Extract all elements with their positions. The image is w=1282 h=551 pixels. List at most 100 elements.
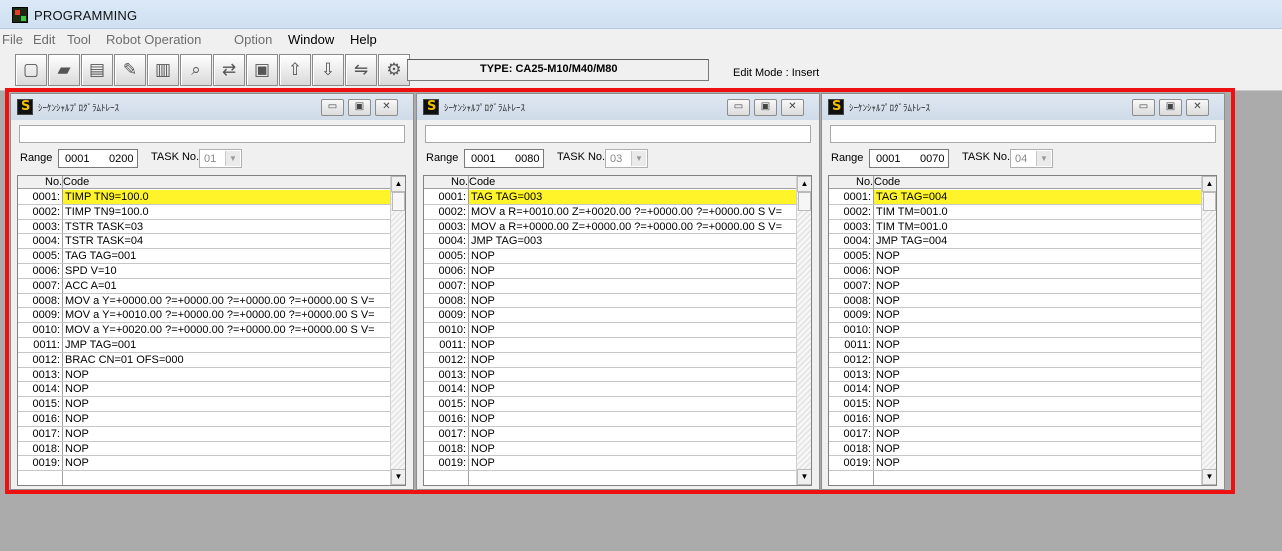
program-code-grid[interactable]: No. Code 0001: TAG TAG=003 0002: MOV a R=+001… bbox=[423, 175, 812, 486]
menu-tool[interactable]: Tool bbox=[67, 32, 91, 47]
table-row[interactable]: 0017: NOP bbox=[829, 427, 1201, 442]
scroll-down-arrow-icon[interactable]: ▼ bbox=[797, 469, 811, 485]
scroll-track[interactable] bbox=[1202, 192, 1216, 469]
menu-robot-operation[interactable]: Robot Operation bbox=[106, 32, 201, 47]
column-header-code[interactable]: Code bbox=[874, 176, 900, 188]
table-row[interactable]: 0002: MOV a R=+0010.00 Z=+0020.00 ?=+0000… bbox=[424, 205, 796, 220]
edit-tool-button[interactable]: ✎ bbox=[114, 54, 146, 86]
table-row[interactable]: 0016: NOP bbox=[424, 412, 796, 427]
table-row[interactable]: 0018: NOP bbox=[829, 442, 1201, 457]
maximize-button[interactable]: ▣ bbox=[348, 99, 371, 116]
table-row[interactable]: 0019: NOP bbox=[424, 456, 796, 472]
table-row[interactable]: 0002: TIMP TN9=100.0 bbox=[18, 205, 390, 220]
close-button[interactable]: ✕ bbox=[781, 99, 804, 116]
table-row[interactable]: 0016: NOP bbox=[18, 412, 390, 427]
table-row[interactable]: 0012: BRAC CN=01 OFS=000 bbox=[18, 353, 390, 368]
table-row[interactable]: 0008: NOP bbox=[424, 294, 796, 309]
close-button[interactable]: ✕ bbox=[1186, 99, 1209, 116]
maximize-button[interactable]: ▣ bbox=[754, 99, 777, 116]
table-row[interactable]: 0019: NOP bbox=[18, 456, 390, 472]
table-row[interactable]: 0016: NOP bbox=[829, 412, 1201, 427]
table-row[interactable]: 0018: NOP bbox=[424, 442, 796, 457]
minimize-button[interactable]: ▭ bbox=[1132, 99, 1155, 116]
vertical-scrollbar[interactable]: ▲ ▼ bbox=[1201, 176, 1216, 485]
scroll-up-arrow-icon[interactable]: ▲ bbox=[391, 176, 405, 192]
menu-edit[interactable]: Edit bbox=[33, 32, 55, 47]
selected-table-row[interactable]: 0001: TIMP TN9=100.0 bbox=[18, 190, 390, 205]
upload-button[interactable]: ⇧ bbox=[279, 54, 311, 86]
panel-app-icon[interactable] bbox=[17, 99, 33, 115]
table-row[interactable]: 0004: JMP TAG=004 bbox=[829, 234, 1201, 250]
table-row[interactable]: 0006: NOP bbox=[424, 264, 796, 279]
program-trace-panel-task-03[interactable]: ｼｰｹﾝｼｬﾙﾌﾟﾛｸﾞﾗﾑﾄﾚｰｽ ▭ ▣ ✕ Range 0001 0080 TASK N… bbox=[416, 93, 820, 490]
table-row[interactable]: 0010: NOP bbox=[424, 323, 796, 338]
program-code-grid[interactable]: No. Code 0001: TIMP TN9=100.0 0002: TIMP TN9=… bbox=[17, 175, 406, 486]
table-row[interactable]: 0003: TSTR TASK=03 bbox=[18, 220, 390, 235]
table-row[interactable]: 0014: NOP bbox=[829, 382, 1201, 398]
search-button[interactable]: ⌕ bbox=[180, 54, 212, 86]
menu-option[interactable]: Option bbox=[234, 32, 272, 47]
panel-title-bar[interactable]: ｼｰｹﾝｼｬﾙﾌﾟﾛｸﾞﾗﾑﾄﾚｰｽ ▭ ▣ ✕ bbox=[11, 94, 413, 120]
table-row[interactable]: 0013: NOP bbox=[18, 368, 390, 383]
table-row[interactable]: 0009: NOP bbox=[829, 308, 1201, 324]
table-row[interactable]: 0009: NOP bbox=[424, 308, 796, 324]
table-row[interactable]: 0008: MOV a Y=+0000.00 ?=+0000.00 ?=+0000… bbox=[18, 294, 390, 309]
save-button[interactable]: ▤ bbox=[81, 54, 113, 86]
table-row[interactable]: 0013: NOP bbox=[829, 368, 1201, 383]
program-trace-panel-task-04[interactable]: ｼｰｹﾝｼｬﾙﾌﾟﾛｸﾞﾗﾑﾄﾚｰｽ ▭ ▣ ✕ Range 0001 0070 TASK N… bbox=[821, 93, 1225, 490]
table-row[interactable]: 0007: NOP bbox=[424, 279, 796, 294]
table-row[interactable]: 0018: NOP bbox=[18, 442, 390, 457]
table-row[interactable]: 0004: JMP TAG=003 bbox=[424, 234, 796, 250]
menu-window[interactable]: Window bbox=[288, 32, 334, 47]
panel-app-icon[interactable] bbox=[828, 99, 844, 115]
scroll-track[interactable] bbox=[797, 192, 811, 469]
table-row[interactable]: 0010: MOV a Y=+0020.00 ?=+0000.00 ?=+0000… bbox=[18, 323, 390, 338]
table-row[interactable]: 0012: NOP bbox=[424, 353, 796, 368]
selected-table-row[interactable]: 0001: TAG TAG=004 bbox=[829, 190, 1201, 205]
new-file-button[interactable]: ▢ bbox=[15, 54, 47, 86]
table-row[interactable]: 0007: ACC A=01 bbox=[18, 279, 390, 294]
close-button[interactable]: ✕ bbox=[375, 99, 398, 116]
scroll-thumb[interactable] bbox=[392, 192, 405, 211]
task-no-select[interactable]: 03 ▼ bbox=[605, 149, 648, 168]
column-header-code[interactable]: Code bbox=[469, 176, 495, 188]
table-row[interactable]: 0006: NOP bbox=[829, 264, 1201, 279]
table-row[interactable]: 0017: NOP bbox=[18, 427, 390, 442]
table-row[interactable]: 0005: NOP bbox=[424, 249, 796, 264]
table-row[interactable]: 0015: NOP bbox=[829, 397, 1201, 412]
program-code-grid[interactable]: No. Code 0001: TAG TAG=004 0002: TIM TM=001.0… bbox=[828, 175, 1217, 486]
scroll-down-arrow-icon[interactable]: ▼ bbox=[391, 469, 405, 485]
column-header-no[interactable]: No. bbox=[451, 176, 468, 188]
scroll-up-arrow-icon[interactable]: ▲ bbox=[797, 176, 811, 192]
maximize-button[interactable]: ▣ bbox=[1159, 99, 1182, 116]
scroll-down-arrow-icon[interactable]: ▼ bbox=[1202, 469, 1216, 485]
task-no-select[interactable]: 01 ▼ bbox=[199, 149, 242, 168]
table-row[interactable]: 0011: NOP bbox=[424, 338, 796, 353]
document-button[interactable]: ▥ bbox=[147, 54, 179, 86]
table-row[interactable]: 0002: TIM TM=001.0 bbox=[829, 205, 1201, 220]
compare-button[interactable]: ⇋ bbox=[345, 54, 377, 86]
vertical-scrollbar[interactable]: ▲ ▼ bbox=[796, 176, 811, 485]
table-row[interactable]: 0013: NOP bbox=[424, 368, 796, 383]
panel-app-icon[interactable] bbox=[423, 99, 439, 115]
transfer-button[interactable]: ⇄ bbox=[213, 54, 245, 86]
table-row[interactable]: 0006: SPD V=10 bbox=[18, 264, 390, 279]
table-row[interactable]: 0014: NOP bbox=[424, 382, 796, 398]
table-row[interactable]: 0019: NOP bbox=[829, 456, 1201, 472]
app-logo-icon[interactable] bbox=[12, 7, 28, 23]
table-row[interactable]: 0003: MOV a R=+0000.00 Z=+0000.00 ?=+0000… bbox=[424, 220, 796, 235]
minimize-button[interactable]: ▭ bbox=[727, 99, 750, 116]
menu-help[interactable]: Help bbox=[350, 32, 377, 47]
download-button[interactable]: ⇩ bbox=[312, 54, 344, 86]
scroll-thumb[interactable] bbox=[798, 192, 811, 211]
chevron-down-icon[interactable]: ▼ bbox=[1036, 151, 1051, 166]
scroll-track[interactable] bbox=[391, 192, 405, 469]
table-row[interactable]: 0011: NOP bbox=[829, 338, 1201, 353]
chevron-down-icon[interactable]: ▼ bbox=[225, 151, 240, 166]
table-row[interactable]: 0005: TAG TAG=001 bbox=[18, 249, 390, 264]
task-no-select[interactable]: 04 ▼ bbox=[1010, 149, 1053, 168]
panel-title-bar[interactable]: ｼｰｹﾝｼｬﾙﾌﾟﾛｸﾞﾗﾑﾄﾚｰｽ ▭ ▣ ✕ bbox=[417, 94, 819, 120]
selected-table-row[interactable]: 0001: TAG TAG=003 bbox=[424, 190, 796, 205]
panel-title-bar[interactable]: ｼｰｹﾝｼｬﾙﾌﾟﾛｸﾞﾗﾑﾄﾚｰｽ ▭ ▣ ✕ bbox=[822, 94, 1224, 120]
settings-button[interactable]: ⚙ bbox=[378, 54, 410, 86]
